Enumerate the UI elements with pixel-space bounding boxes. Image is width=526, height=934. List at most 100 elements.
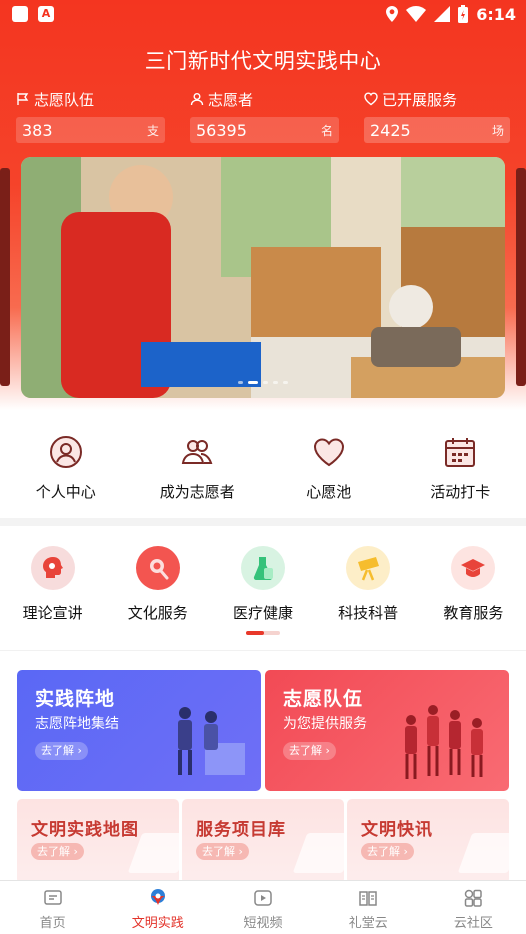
signal-icon (434, 6, 451, 22)
category-grid: 理论宣讲 文化服务 医疗健康 科技科普 教育服务 (0, 526, 526, 650)
status-time: 6:14 (476, 4, 516, 24)
feature-section: 实践阵地 志愿阵地集结 去了解 › 志愿队伍 为您提供服务 去了解 › 文明实践… (0, 650, 526, 884)
nav-label: 文明实践 (131, 916, 184, 931)
people-meeting-illustration (178, 707, 245, 775)
card-learn-more-button[interactable]: 去了解 › (35, 742, 88, 760)
banner-carousel[interactable] (21, 157, 505, 398)
button-label: 去了解 (367, 845, 400, 858)
button-label: 去了解 (41, 744, 74, 757)
nav-label: 云社区 (453, 916, 493, 931)
card-title: 实践阵地 (35, 688, 116, 710)
card-learn-more-button[interactable]: 去了解 › (196, 843, 249, 860)
banner-indicator (21, 381, 505, 384)
nav-auditorium-cloud[interactable]: 礼堂云 (316, 881, 421, 934)
head-gear-icon (30, 546, 75, 590)
battery-icon (458, 5, 469, 23)
banner-image (21, 157, 505, 398)
wifi-icon (406, 6, 427, 22)
stat-value: 2425 (370, 120, 411, 140)
stat-value: 383 (22, 120, 53, 140)
banner-dot (263, 381, 268, 384)
stat-services[interactable]: 已开展服务 2425 场 (364, 88, 510, 143)
banner-next-peek[interactable] (516, 168, 526, 386)
video-icon (254, 890, 272, 906)
card-civilization-news[interactable]: 文明快讯 去了解 › (347, 799, 509, 884)
category-label: 科技科普 (338, 604, 399, 622)
stat-unit: 名 (320, 123, 333, 138)
stat-teams[interactable]: 志愿队伍 383 支 (16, 88, 165, 143)
stats-bar: 志愿队伍 383 支 志愿者 56395 名 已开展服务 2425 场 (16, 88, 510, 143)
app-title: 三门新时代文明实践中心 (144, 49, 382, 73)
banner-prev-peek[interactable] (0, 168, 10, 386)
card-learn-more-button[interactable]: 去了解 › (361, 843, 414, 860)
card-volunteer-team[interactable]: 志愿队伍 为您提供服务 去了解 › (265, 670, 509, 791)
banner-dot (273, 381, 278, 384)
card-civilization-map[interactable]: 文明实践地图 去了解 › (17, 799, 179, 884)
home-icon (43, 890, 62, 905)
card-learn-more-button[interactable]: 去了解 › (283, 742, 336, 760)
card-subtitle: 为您提供服务 (283, 716, 367, 732)
card-decoration (457, 833, 509, 873)
nav-label: 首页 (39, 916, 66, 931)
nav-label: 礼堂云 (348, 916, 388, 931)
quick-label: 成为志愿者 (159, 483, 235, 501)
card-learn-more-button[interactable]: 去了解 › (31, 843, 84, 860)
stat-label: 已开展服务 (382, 90, 458, 109)
card-subtitle: 志愿阵地集结 (35, 716, 119, 732)
category-culture[interactable]: 文化服务 (108, 546, 208, 623)
card-decoration (292, 833, 344, 873)
category-theory[interactable]: 理论宣讲 (3, 546, 103, 623)
stat-label: 志愿者 (208, 90, 254, 109)
card-title: 文明快讯 (361, 820, 433, 840)
card-title: 志愿队伍 (283, 688, 364, 710)
category-page-indicator (246, 631, 280, 635)
quick-personal-center[interactable]: 个人中心 (6, 410, 126, 518)
nav-civilization-practice[interactable]: 文明实践 (105, 881, 210, 934)
graduation-cap-icon (451, 546, 496, 590)
category-education[interactable]: 教育服务 (423, 546, 523, 623)
app-notification-icon: A (38, 6, 54, 22)
button-label: 去了解 (37, 845, 70, 858)
category-label: 理论宣讲 (22, 604, 83, 622)
book-icon (359, 891, 377, 906)
category-label: 医疗健康 (232, 604, 293, 622)
stat-unit: 场 (491, 123, 504, 138)
quick-check-in[interactable]: 活动打卡 (400, 410, 520, 518)
person-icon (190, 93, 204, 106)
people-icon (182, 440, 213, 464)
nav-home[interactable]: 首页 (0, 881, 105, 934)
nav-label: 短视频 (243, 916, 283, 931)
quick-wish-pool[interactable]: 心愿池 (269, 410, 389, 518)
card-title: 服务项目库 (196, 820, 286, 840)
category-label: 教育服务 (443, 604, 504, 622)
category-science[interactable]: 科技科普 (318, 546, 418, 623)
banner-dot (238, 381, 243, 384)
stat-value: 56395 (196, 120, 247, 140)
civilization-icon (150, 889, 165, 905)
button-label: 去了解 (289, 744, 322, 757)
calendar-icon (445, 438, 476, 467)
stat-unit: 支 (146, 123, 159, 138)
grid-icon (465, 889, 483, 907)
quick-menu: 个人中心 成为志愿者 心愿池 活动打卡 (0, 410, 526, 518)
stat-label: 志愿队伍 (34, 90, 95, 109)
banner-dot-active (248, 381, 258, 384)
category-medical[interactable]: 医疗健康 (213, 546, 313, 623)
brush-icon (135, 546, 180, 590)
card-service-projects[interactable]: 服务项目库 去了解 › (182, 799, 344, 884)
quick-label: 活动打卡 (430, 483, 491, 501)
category-label: 文化服务 (127, 604, 188, 622)
flag-icon (17, 93, 29, 105)
quick-become-volunteer[interactable]: 成为志愿者 (137, 410, 257, 518)
quick-label: 心愿池 (306, 483, 352, 501)
button-label: 去了解 (202, 845, 235, 858)
nav-cloud-community[interactable]: 云社区 (421, 881, 526, 934)
header: A 6:14 三门新时代文明实践中心 志愿队伍 383 支 志愿者 56395 名 (0, 0, 526, 410)
nav-short-video[interactable]: 短视频 (210, 881, 315, 934)
stat-volunteers[interactable]: 志愿者 56395 名 (190, 88, 339, 143)
card-title: 文明实践地图 (31, 820, 139, 840)
status-bar: A 6:14 (0, 0, 526, 28)
heart-icon (364, 92, 378, 106)
card-practice-base[interactable]: 实践阵地 志愿阵地集结 去了解 › (17, 670, 261, 791)
location-icon (386, 6, 399, 22)
